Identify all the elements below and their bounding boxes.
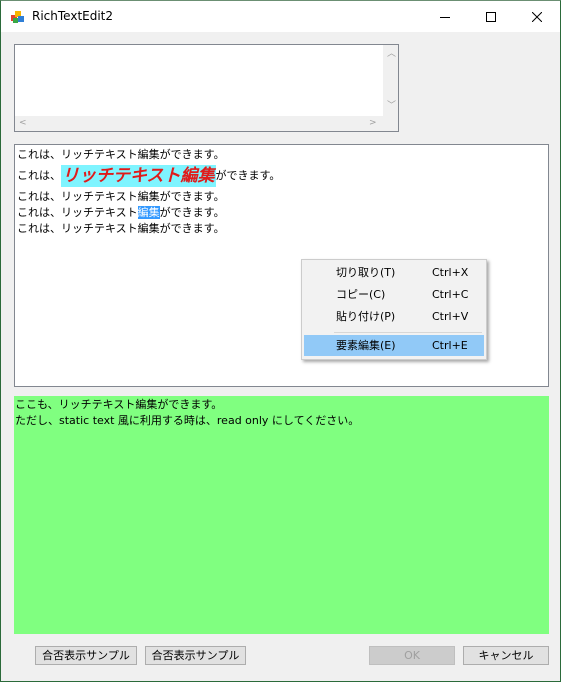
- close-icon: [532, 11, 542, 22]
- line-prefix: これは、: [17, 169, 61, 182]
- static-rich-text-box[interactable]: ここも、リッチテキスト編集ができます。 ただし、static text 風に利用…: [14, 396, 549, 634]
- styled-text-run[interactable]: リッチテキスト編集: [61, 165, 216, 187]
- static-text-line: ここも、リッチテキスト編集ができます。: [15, 398, 223, 411]
- rich-text-line: これは、リッチテキスト編集ができます。: [17, 190, 225, 203]
- menu-item-copy[interactable]: コピー(C) Ctrl+C: [304, 284, 484, 305]
- minimize-icon: [440, 16, 450, 18]
- menu-item-cut[interactable]: 切り取り(T) Ctrl+X: [304, 262, 484, 283]
- app-icon: [11, 11, 24, 23]
- selected-text[interactable]: 編集: [137, 206, 160, 219]
- menu-item-shortcut: Ctrl+V: [432, 310, 469, 323]
- top-text-area[interactable]: ︿ ﹀ < >: [14, 44, 399, 132]
- menu-item-edit-element[interactable]: 要素編集(E) Ctrl+E: [304, 335, 484, 356]
- rich-text-line: これは、リッチテキスト編集ができます。: [17, 222, 225, 235]
- menu-item-shortcut: Ctrl+X: [432, 266, 469, 279]
- cancel-button[interactable]: キャンセル: [463, 646, 549, 665]
- menu-item-label: 要素編集(E): [336, 339, 396, 352]
- menu-item-paste[interactable]: 貼り付け(P) Ctrl+V: [304, 306, 484, 327]
- vertical-scrollbar[interactable]: ︿ ﹀: [383, 45, 398, 116]
- horizontal-scrollbar[interactable]: < >: [15, 116, 383, 131]
- rich-text-line: これは、リッチテキスト編集ができます。: [17, 148, 225, 161]
- scroll-up-icon[interactable]: ︿: [387, 50, 396, 59]
- pass-fail-sample-button-2[interactable]: 合否表示サンプル: [145, 646, 246, 665]
- pass-fail-sample-button-1[interactable]: 合否表示サンプル: [35, 646, 137, 665]
- window-title: RichTextEdit2: [32, 9, 114, 23]
- maximize-icon: [486, 11, 496, 22]
- close-button[interactable]: [514, 1, 560, 32]
- title-bar: RichTextEdit2: [1, 1, 560, 32]
- line-prefix: これは、リッチテキスト: [17, 206, 138, 219]
- maximize-button[interactable]: [468, 1, 514, 32]
- line-suffix: ができます。: [215, 169, 281, 182]
- menu-item-shortcut: Ctrl+E: [432, 339, 468, 352]
- menu-item-shortcut: Ctrl+C: [432, 288, 469, 301]
- scrollbar-corner: [383, 116, 398, 131]
- context-menu: 切り取り(T) Ctrl+X コピー(C) Ctrl+C 貼り付け(P) Ctr…: [301, 259, 487, 360]
- rich-text-line-styled: これは、リッチテキスト編集ができます。: [17, 163, 546, 189]
- line-suffix: ができます。: [159, 206, 225, 219]
- rich-text-line-selected: これは、リッチテキスト編集ができます。: [17, 205, 546, 221]
- menu-item-label: 切り取り(T): [336, 266, 396, 279]
- scroll-down-icon[interactable]: ﹀: [387, 102, 396, 111]
- scroll-left-icon[interactable]: <: [19, 119, 27, 128]
- minimize-button[interactable]: [422, 1, 468, 32]
- menu-separator: [334, 332, 482, 333]
- scroll-right-icon[interactable]: >: [369, 119, 377, 128]
- menu-item-label: 貼り付け(P): [336, 310, 396, 323]
- menu-item-label: コピー(C): [336, 288, 386, 301]
- ok-button[interactable]: OK: [369, 646, 455, 665]
- main-window: RichTextEdit2 ︿ ﹀ < > これは、リッチテキスト編集ができます…: [0, 0, 561, 682]
- static-text-line: ただし、static text 風に利用する時は、read only にしてくだ…: [15, 414, 360, 427]
